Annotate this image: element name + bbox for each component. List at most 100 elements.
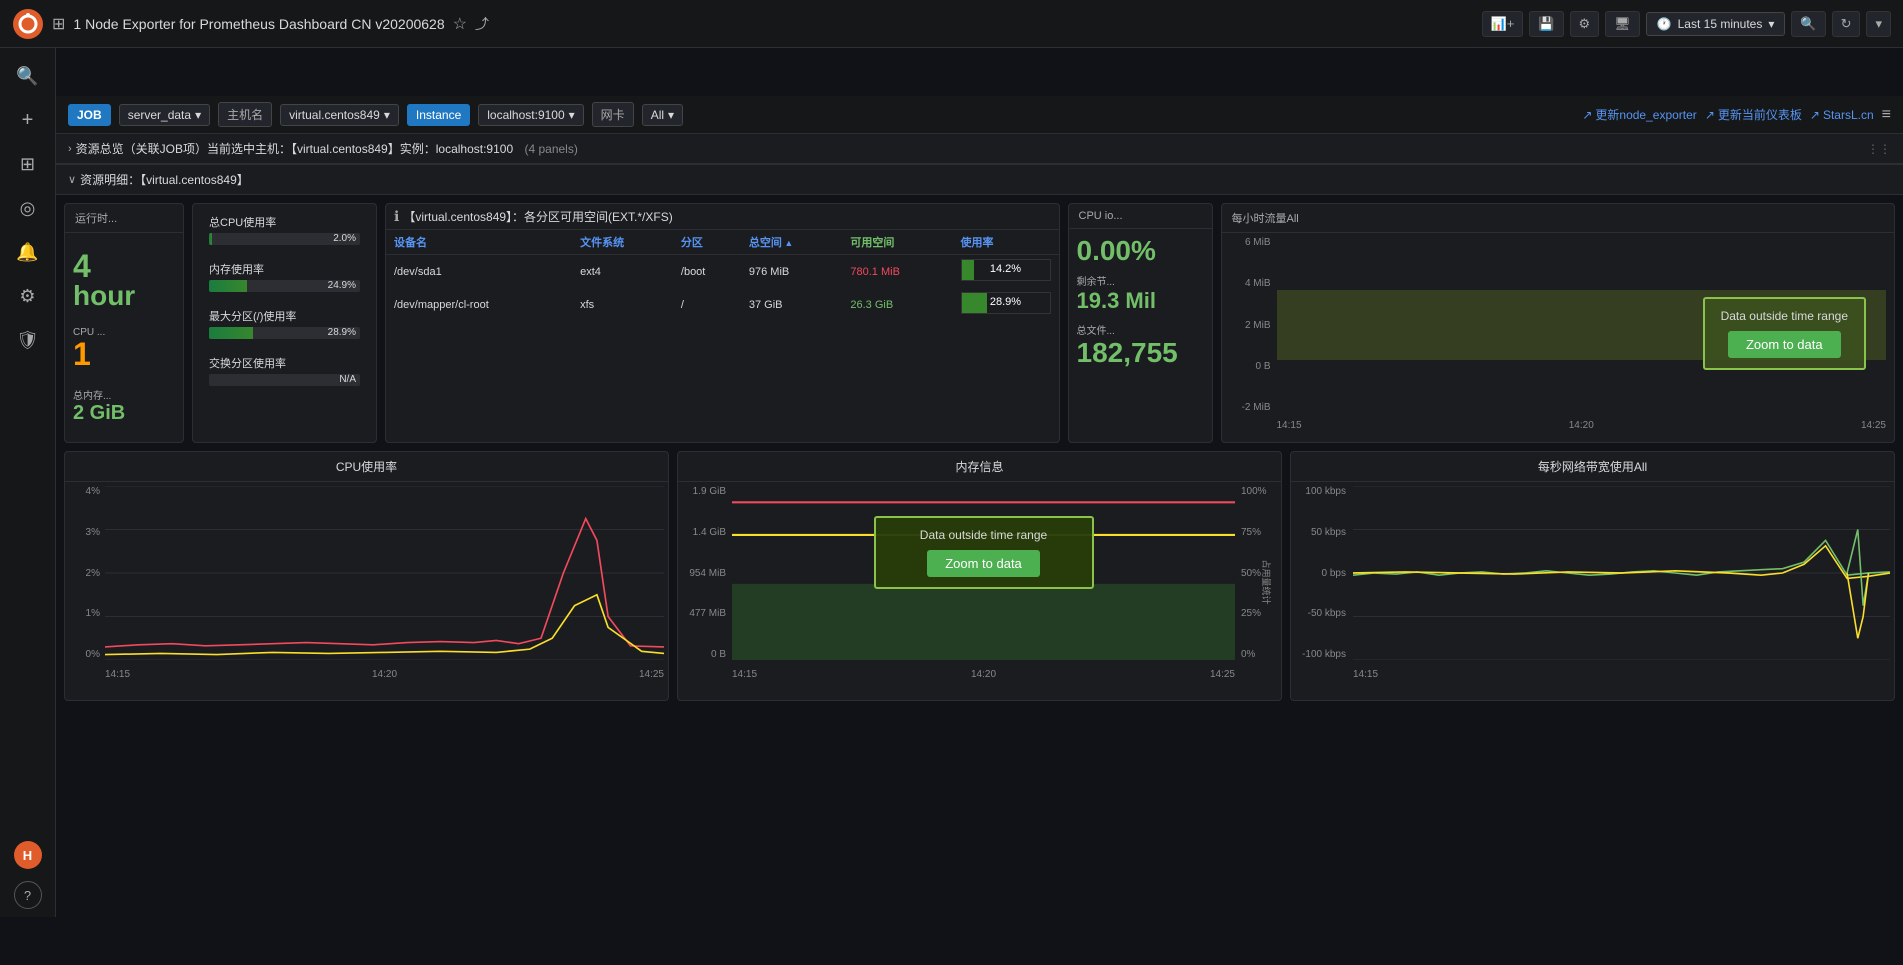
mem-y-right-75: 75% [1241,527,1261,538]
settings-button[interactable]: ⚙ [1570,11,1600,37]
traffic-chart-inner: Data outside time range Zoom to data [1277,237,1887,413]
share-icon[interactable]: ⤴ [475,14,489,34]
refresh-button[interactable]: ↻ [1832,11,1861,37]
stat-panel: 运行时... 4 hour CPU ... 1 总内存... 2 GiB [64,203,184,443]
mem-x-1415: 14:15 [732,669,757,680]
cpu-io-remain-value: 19.3 Mil [1077,288,1204,314]
section2-header[interactable]: ∨ 资源明细：【virtual.centos849】 [56,164,1903,195]
mem-y-right-25: 25% [1241,608,1261,619]
col-fs: 文件系统 [572,230,673,255]
bar-item-memory: 内存使用率 24.9% [201,257,368,296]
mem-chart-svg-area: Data outside time range Zoom to data [732,486,1235,660]
sidebar: 🔍 + ⊞ ◎ 🔔 ⚙ 🛡 H ? [0,48,56,917]
mem-y-right-50: 50% [1241,568,1261,579]
traffic-zoom-button[interactable]: Zoom to data [1728,331,1841,358]
mem-chart-area: 1.9 GiB 1.4 GiB 954 MiB 477 MiB 0 B 100%… [678,482,1281,682]
cpu-io-panel: CPU io... 0.00% 剩余节... 19.3 Mil 总文件... 1… [1068,203,1213,443]
col-mount: 分区 [673,230,741,255]
sidebar-item-dashboards[interactable]: ⊞ [8,144,48,184]
cpu-chart-panel: CPU使用率 4% 3% 2% 1% 0% [64,451,669,701]
job-filter[interactable]: JOB [68,104,111,126]
mem-zoom-button[interactable]: Zoom to data [927,550,1040,577]
sidebar-item-help[interactable]: ? [14,881,42,909]
bar-track-memory: 24.9% [209,280,360,292]
bar-label-swap: 交换分区使用率 [209,355,360,371]
star-icon[interactable]: ☆ [453,14,467,34]
add-panel-button[interactable]: 📊+ [1482,11,1524,37]
zoom-out-button[interactable]: 🔍 [1791,11,1825,37]
update-node-exporter-link[interactable]: ↗ 更新node_exporter [1582,106,1696,123]
filter-menu-icon[interactable]: ≡ [1882,106,1891,124]
disk-fs-1: ext4 [572,255,673,289]
disk-pct-1: 14.2% [953,255,1059,289]
net-chart-svg-area [1353,486,1890,660]
link1-label: 更新node_exporter [1595,106,1696,123]
sidebar-item-settings[interactable]: ⚙ [8,276,48,316]
cpu-x-1415: 14:15 [105,669,130,680]
instance-filter[interactable]: Instance [407,104,470,126]
section1-panels: (4 panels) [524,142,577,156]
hostname-select[interactable]: virtual.centos849 ▾ [280,104,399,126]
section2-title: 资源明细：【virtual.centos849】 [80,171,249,188]
dashboard: 运行时... 4 hour CPU ... 1 总内存... 2 GiB [56,195,1903,709]
disk-avail-1: 780.1 MiB [842,255,952,289]
job-label: JOB [77,108,102,122]
bar-fill-total-cpu [209,233,212,245]
bar-pct-swap: N/A [339,374,356,386]
nic-filter[interactable]: 网卡 [592,102,634,127]
sidebar-item-add[interactable]: + [8,100,48,140]
traffic-y-2mib: 2 MiB [1245,320,1271,331]
refresh-interval-button[interactable]: ▾ [1866,11,1891,37]
bar-track-total-cpu: 2.0% [209,233,360,245]
instance-select[interactable]: localhost:9100 ▾ [478,104,583,126]
cpu-io-pct-block: 0.00% [1077,237,1204,265]
cpu-chart-svg [105,486,664,660]
disk-mount-2: / [673,288,741,321]
sidebar-item-shield[interactable]: 🛡 [8,320,48,360]
mem-chart-title: 内存信息 [678,452,1281,482]
sidebar-item-alerts[interactable]: 🔔 [8,232,48,272]
cpu-chart-area: 4% 3% 2% 1% 0% [65,482,668,682]
server-data-value: server_data [128,108,191,122]
col-device: 设备名 [386,230,572,255]
disk-total-2: 37 GiB [741,288,843,321]
time-range-picker[interactable]: 🕐 Last 15 minutes ▾ [1646,12,1786,36]
help-icon: ? [24,888,31,903]
traffic-y-4mib: 4 MiB [1245,278,1271,289]
cpu-stat: CPU ... 1 [73,327,175,370]
mem-y-right-0: 0% [1241,649,1255,660]
starsl-link[interactable]: ↗ StarsL.cn [1810,108,1874,122]
bar-track-swap: N/A [209,374,360,386]
cpu-chart-title: CPU使用率 [65,452,668,482]
section1-more[interactable]: ⋮⋮ [1867,142,1891,156]
chevron-down-icon: ▾ [195,108,201,122]
bar-item-total-cpu: 总CPU使用率 2.0% [201,210,368,249]
avatar[interactable]: H [14,841,42,869]
save-button[interactable]: 💾 [1529,11,1563,37]
mem-y-19gib: 1.9 GiB [693,486,726,497]
mem-y-0b: 0 B [711,649,726,660]
traffic-y-neg2mib: -2 MiB [1242,402,1271,413]
external-icon2: ↗ [1705,108,1715,122]
cpu-y-2: 2% [86,568,100,579]
clock-icon: 🕐 [1657,17,1672,31]
tv-mode-button[interactable]: 🖥 [1605,11,1640,37]
time-range-label: Last 15 minutes [1678,17,1763,31]
traffic-y-6mib: 6 MiB [1245,237,1271,248]
uptime-value1: 4 [73,250,91,282]
sidebar-item-search[interactable]: 🔍 [8,56,48,96]
disk-panel: ℹ 【virtual.centos849】：各分区可用空间(EXT.*/XFS)… [385,203,1060,443]
cpu-y-3: 3% [86,527,100,538]
server-data-select[interactable]: server_data ▾ [119,104,210,126]
mem-y-right-100: 100% [1241,486,1267,497]
sidebar-item-explore[interactable]: ◎ [8,188,48,228]
hostname-filter[interactable]: 主机名 [218,102,272,127]
update-dashboard-link[interactable]: ↗ 更新当前仪表板 [1705,106,1802,123]
section1-header[interactable]: › 资源总览（关联JOB项）当前选中主机：【virtual.centos849】… [56,134,1903,164]
disk-avail-2: 26.3 GiB [842,288,952,321]
net-chart-svg [1353,486,1890,660]
cpu-x-1420: 14:20 [372,669,397,680]
nic-select[interactable]: All ▾ [642,104,683,126]
net-y-100kbps: 100 kbps [1305,486,1346,497]
memory-stat-label: 总内存... [73,387,111,402]
